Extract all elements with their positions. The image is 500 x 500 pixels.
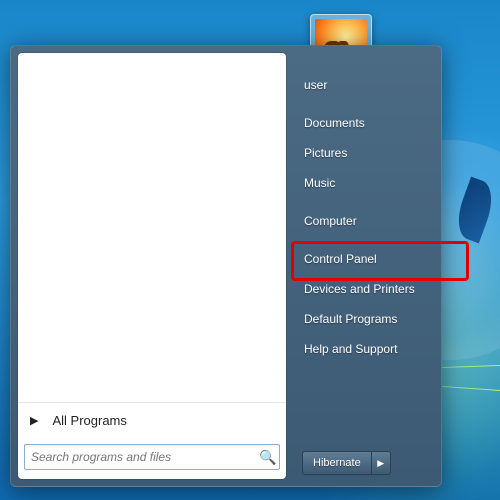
search-input[interactable] [25, 450, 257, 464]
right-item-user[interactable]: user [296, 70, 446, 100]
pinned-programs-area [18, 53, 286, 402]
all-programs-button[interactable]: ▶ All Programs [18, 402, 286, 437]
search-icon[interactable]: 🔍 [257, 449, 279, 466]
start-menu-left-pane: ▶ All Programs 🔍 [18, 53, 286, 479]
search-box[interactable]: 🔍 [24, 444, 280, 470]
right-item-devices-and-printers[interactable]: Devices and Printers [296, 274, 446, 304]
right-item-pictures[interactable]: Pictures [296, 138, 446, 168]
right-item-computer[interactable]: Computer [296, 206, 446, 236]
power-options-arrow[interactable]: ▶ [372, 451, 391, 475]
triangle-right-icon: ▶ [30, 414, 38, 427]
power-button-group: Hibernate ▶ [302, 451, 391, 475]
right-item-control-panel[interactable]: Control Panel [296, 244, 446, 274]
power-button-label: Hibernate [313, 457, 361, 469]
right-item-documents[interactable]: Documents [296, 108, 446, 138]
right-item-help-and-support[interactable]: Help and Support [296, 334, 446, 364]
search-row: 🔍 [18, 437, 286, 479]
start-menu-right-pane: user DocumentsPicturesMusic Computer Contro… [296, 70, 446, 364]
right-item-default-programs[interactable]: Default Programs [296, 304, 446, 334]
all-programs-label: All Programs [52, 413, 126, 428]
start-menu: ▶ All Programs 🔍 userDocumentsPicturesMu… [10, 45, 442, 487]
power-button[interactable]: Hibernate [302, 451, 372, 475]
right-item-music[interactable]: Music [296, 168, 446, 198]
